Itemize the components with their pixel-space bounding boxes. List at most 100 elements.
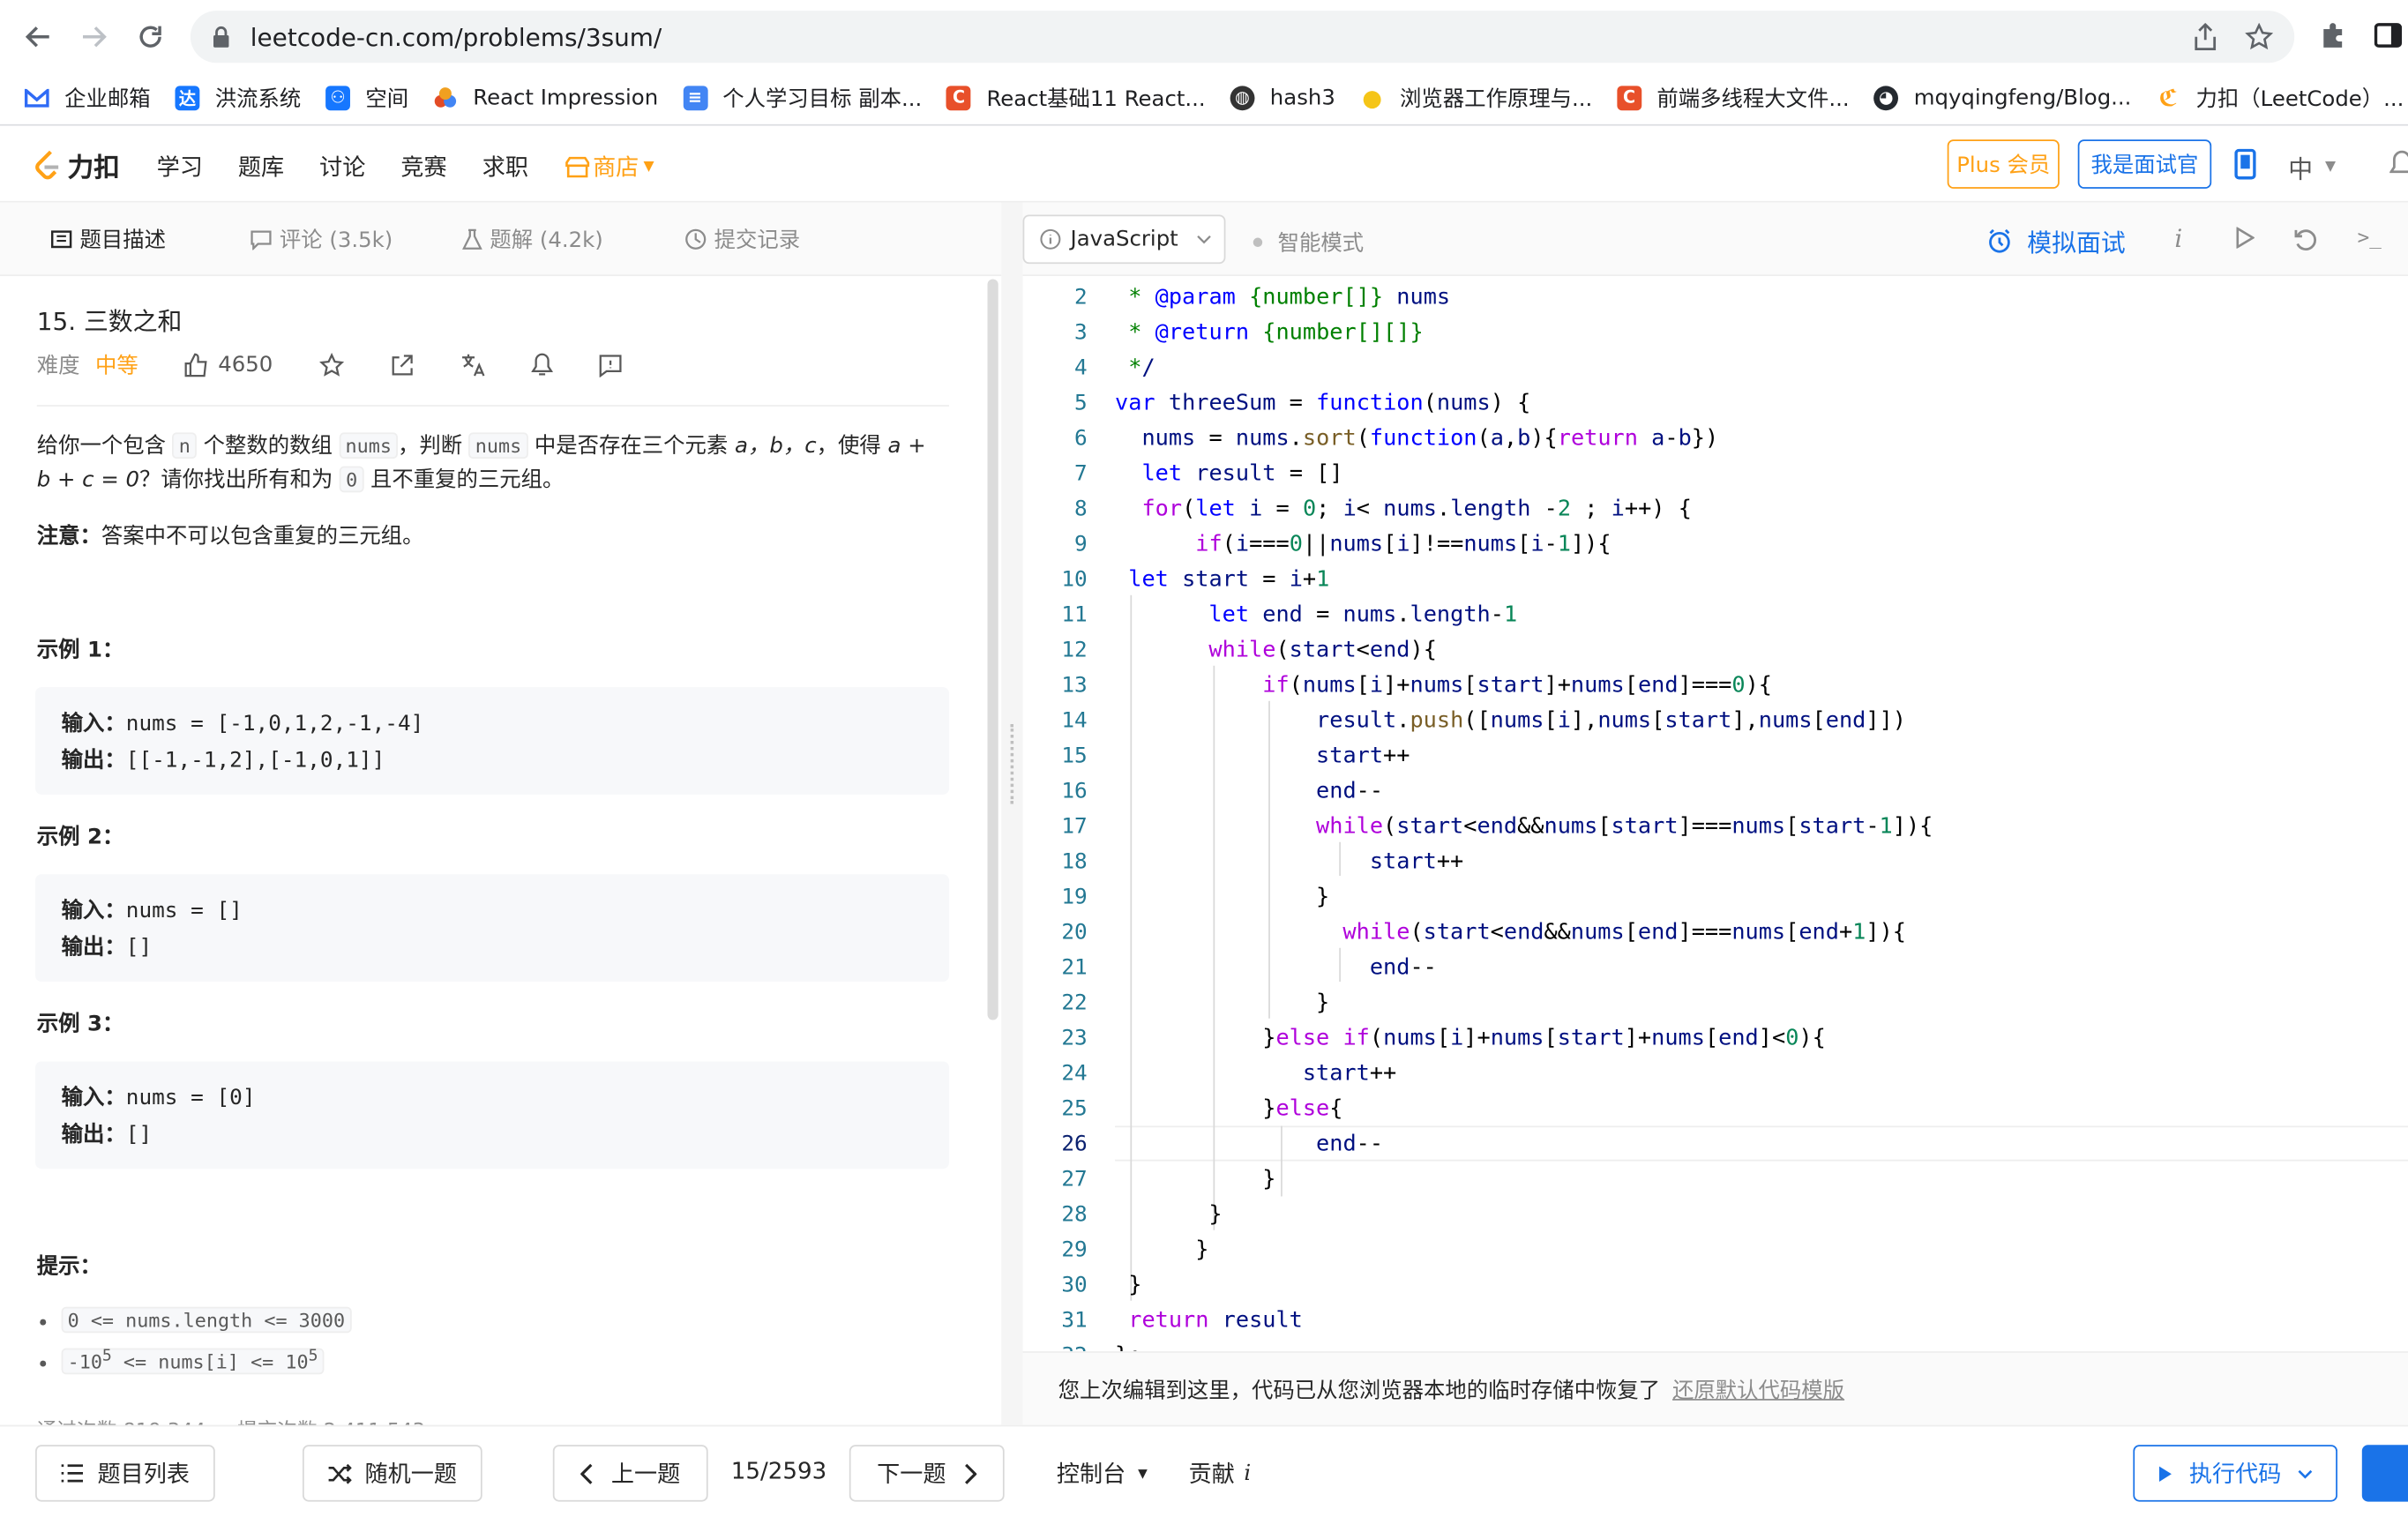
nav-contest[interactable]: 竞赛 <box>400 150 446 183</box>
info-i-icon[interactable]: i <box>2174 224 2182 253</box>
language-select[interactable]: JavaScript <box>1022 214 1226 265</box>
bookmark-item[interactable]: 达洪流系统 <box>175 82 301 113</box>
play-outline-icon[interactable] <box>2236 227 2255 249</box>
like-button[interactable]: 4650 <box>184 353 273 377</box>
next-problem-button[interactable]: 下一题 <box>849 1445 1005 1502</box>
bookmark-item[interactable]: ◕ mqyqingfeng/Blog... <box>1873 85 2131 110</box>
code-line[interactable]: */ <box>1115 351 1155 386</box>
code-line[interactable]: for(let i = 0; i< nums.length -2 ; i++) … <box>1115 492 1691 527</box>
code-line[interactable]: } <box>1115 1268 1141 1304</box>
smart-mode-toggle[interactable]: 智能模式 <box>1253 227 1364 258</box>
code-line[interactable]: } <box>1115 1162 1275 1198</box>
tab-description[interactable]: 题目描述 <box>50 224 166 255</box>
code-line[interactable]: end-- <box>1115 1127 1383 1162</box>
code-line[interactable]: let end = nums.length-1 <box>1115 598 1517 633</box>
nav-jobs[interactable]: 求职 <box>482 150 528 183</box>
code-line[interactable]: nums = nums.sort(function(a,b){return a-… <box>1115 422 1718 457</box>
code-line[interactable]: start++ <box>1115 1057 1396 1092</box>
bell-icon[interactable] <box>530 353 553 377</box>
tab-submissions[interactable]: 提交记录 <box>685 224 800 255</box>
contribute-label: 贡献 <box>1188 1460 1235 1488</box>
bookmark-item[interactable]: ≡ 个人学习目标 副本... <box>683 82 922 113</box>
code-line[interactable]: } <box>1115 880 1329 915</box>
code-line[interactable]: } <box>1115 1198 1222 1233</box>
code-line[interactable]: if(i===0||nums[i]!==nums[i-1]){ <box>1115 527 1611 563</box>
bookmark-item[interactable]: C 前端多线程大文件... <box>1617 82 1850 113</box>
code-line[interactable]: while(start<end&&nums[start]===nums[star… <box>1115 810 1933 845</box>
code-line[interactable]: start++ <box>1115 739 1410 774</box>
feedback-icon[interactable] <box>598 354 621 377</box>
code-line[interactable]: * @return {number[][]} <box>1115 316 1423 351</box>
code-line[interactable]: end-- <box>1115 774 1383 810</box>
code-line[interactable]: if(nums[i]+nums[start]+nums[end]===0){ <box>1115 669 1772 704</box>
translate-icon[interactable] <box>460 353 485 377</box>
code-editor[interactable]: 2 3 4 5 6 7 8 9 10 11 12 13 14 15 16 17 18 19 20 21 22 23 24 25… <box>1022 276 2408 1352</box>
back-icon[interactable] <box>20 19 57 56</box>
code-line[interactable]: }else if(nums[i]+nums[start]+nums[end]<0… <box>1115 1021 1826 1057</box>
forward-icon[interactable] <box>75 19 112 56</box>
tab-solutions[interactable]: 题解 (4.2k) <box>462 224 603 255</box>
code-line[interactable]: }; <box>1115 1339 1141 1351</box>
bookmark-item[interactable]: React Impression <box>433 86 658 109</box>
divider <box>36 405 949 407</box>
plus-member-button[interactable]: Plus 会员 <box>1947 139 2060 189</box>
star-icon[interactable] <box>318 352 344 377</box>
bookmark-item[interactable]: ◍ hash3 <box>1230 85 1335 110</box>
code-line[interactable]: } <box>1115 1233 1208 1268</box>
reset-icon[interactable] <box>2292 227 2317 251</box>
random-problem-button[interactable]: 随机一题 <box>302 1445 482 1502</box>
bookmark-star-icon[interactable] <box>2245 23 2273 50</box>
desc-text: 且不重复的三元组。 <box>370 467 565 493</box>
like-count: 4650 <box>218 352 273 377</box>
code-line[interactable]: } <box>1115 986 1329 1021</box>
share-icon[interactable] <box>2193 23 2217 51</box>
problem-list-button[interactable]: 题目列表 <box>35 1445 215 1502</box>
language-switch[interactable]: 中 ▼ <box>2288 149 2336 186</box>
code-line[interactable]: * @param {number[]} nums <box>1115 280 1450 316</box>
prev-problem-button[interactable]: 上一题 <box>552 1445 708 1502</box>
code-line[interactable]: start++ <box>1115 845 1463 880</box>
share-icon[interactable] <box>390 353 415 377</box>
sidepanel-icon[interactable] <box>2374 21 2403 49</box>
address-bar[interactable]: leetcode-cn.com/problems/3sum/ <box>190 11 2295 64</box>
submit-button[interactable] <box>2361 1445 2408 1502</box>
app-root: leetcode-cn.com/problems/3sum/ 企业邮箱 达洪流系… <box>0 0 2408 1517</box>
mock-interview-button[interactable]: 模拟面试 <box>1987 222 2126 259</box>
code-line[interactable]: return result <box>1115 1304 1303 1339</box>
contribute-button[interactable]: 贡献 i <box>1189 1457 1252 1490</box>
console-toggle[interactable]: 控制台 ▼ <box>1057 1457 1148 1490</box>
bookmark-item[interactable]: ● 浏览器工作原理与... <box>1360 82 1592 113</box>
restore-default-link[interactable]: 还原默认代码模版 <box>1672 1373 1844 1404</box>
interviewer-button[interactable]: 我是面试官 <box>2077 139 2212 189</box>
nav-discuss[interactable]: 讨论 <box>319 150 365 183</box>
code-line[interactable]: var threeSum = function(nums) { <box>1115 386 1530 422</box>
code-line[interactable]: result.push([nums[i],nums[start],nums[en… <box>1115 704 1906 739</box>
code-line[interactable]: while(start<end){ <box>1115 633 1436 669</box>
terminal-icon[interactable]: >_ <box>2358 227 2382 250</box>
line-number: 25 <box>1061 1096 1088 1122</box>
nav-shop[interactable]: 商店 ▼ <box>565 150 654 183</box>
resize-handle[interactable] <box>1001 202 1023 1425</box>
leetcode-logo[interactable]: 力扣 <box>34 146 120 184</box>
bookmark-item[interactable]: C React基础11 React... <box>946 82 1206 113</box>
extensions-icon[interactable] <box>2319 21 2346 49</box>
bookmark-item[interactable]: 企业邮箱 <box>24 82 151 113</box>
code-line[interactable]: let result = [] <box>1115 457 1342 492</box>
code-line[interactable]: }else{ <box>1115 1092 1342 1127</box>
bulb-icon: ● <box>1362 83 1383 112</box>
nav-problems[interactable]: 题库 <box>238 150 284 183</box>
mobile-icon[interactable] <box>2234 148 2256 180</box>
difficulty-label: 难度 <box>36 354 80 379</box>
bookmark-item[interactable]: ⚇ 空间 <box>325 82 408 113</box>
tab-comments[interactable]: 评论 (3.5k) <box>251 224 393 255</box>
bell-icon[interactable] <box>2389 149 2408 180</box>
code-line[interactable]: while(start<end&&nums[end]===nums[end+1]… <box>1115 915 1906 951</box>
scrollbar[interactable] <box>987 279 998 1020</box>
code-line[interactable]: end-- <box>1115 951 1437 986</box>
code-line[interactable]: let start = i+1 <box>1115 563 1329 598</box>
nav-learn[interactable]: 学习 <box>157 150 203 183</box>
line-number: 8 <box>1074 497 1088 522</box>
run-code-button[interactable]: 执行代码 <box>2133 1445 2337 1502</box>
reload-icon[interactable] <box>132 19 169 56</box>
bookmark-item[interactable]: ℭ 力扣（LeetCode）... <box>2156 82 2404 113</box>
